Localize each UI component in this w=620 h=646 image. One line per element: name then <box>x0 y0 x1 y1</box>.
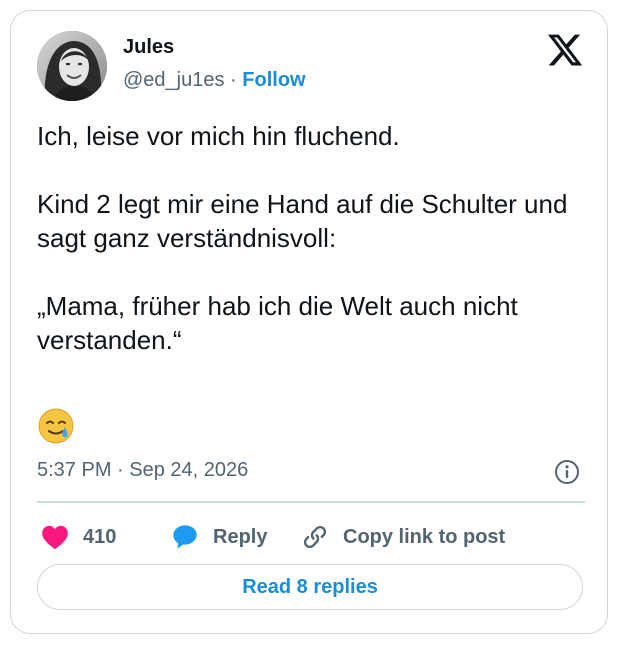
reply-bubble-icon <box>173 525 197 549</box>
author-handle-row: @ed_ju1es · Follow <box>123 69 306 92</box>
read-replies-button[interactable]: Read 8 replies <box>37 564 583 610</box>
copy-link-button[interactable]: Copy link to post <box>301 517 505 557</box>
author-handle[interactable]: @ed_ju1es <box>123 69 224 91</box>
reply-button[interactable]: Reply <box>171 517 267 557</box>
tweet-card: Jules @ed_ju1es · Follow Ich, leise vor … <box>10 10 608 634</box>
like-count: 410 <box>83 525 117 548</box>
like-button[interactable]: 410 <box>41 517 116 557</box>
heart-icon <box>42 525 68 550</box>
tweet-timestamp[interactable]: 5:37 PM · Sep 24, 2026 <box>37 459 248 482</box>
divider <box>37 501 585 503</box>
avatar[interactable] <box>37 31 107 101</box>
follow-button[interactable]: Follow <box>242 69 305 91</box>
copy-link-label: Copy link to post <box>343 525 506 548</box>
x-logo-icon[interactable] <box>546 31 584 69</box>
link-icon <box>303 525 327 549</box>
tweet-text: Ich, leise vor mich hin fluchend. Kind 2… <box>37 119 597 391</box>
reply-label: Reply <box>213 525 268 548</box>
author-name[interactable]: Jules <box>123 36 174 59</box>
tweet-paragraph: Kind 2 legt mir eine Hand auf die Schult… <box>37 189 568 253</box>
info-icon[interactable] <box>554 459 580 485</box>
tweet-paragraph: Ich, leise vor mich hin fluchend. <box>37 121 400 151</box>
tweet-paragraph: „Mama, früher hab ich die Welt auch nich… <box>37 291 518 355</box>
tweet-actions: 410 Reply Copy link to post <box>37 517 597 557</box>
smiling-face-with-tear-emoji <box>37 407 75 445</box>
separator-dot: · <box>230 69 237 91</box>
